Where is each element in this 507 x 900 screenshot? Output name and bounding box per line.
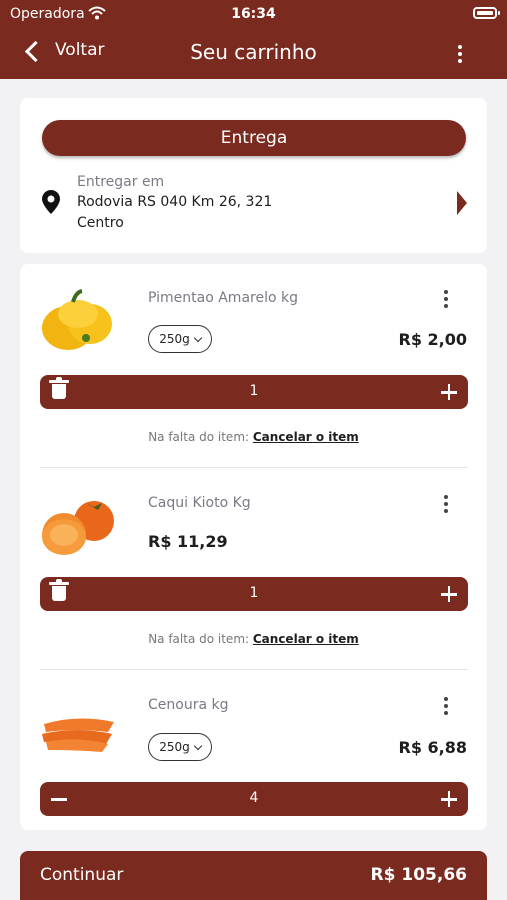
product-price: R$ 2,00 <box>398 330 468 349</box>
product-image-yellow-pepper <box>42 289 112 350</box>
app-header: Operadora 16:34 Voltar Seu carrinho <box>0 0 507 79</box>
item-options-icon[interactable] <box>443 495 449 513</box>
product-price: R$ 6,88 <box>398 738 468 757</box>
divider <box>40 467 468 468</box>
quantity-value: 1 <box>249 383 259 399</box>
more-options-icon[interactable] <box>457 45 463 63</box>
missing-item-label: Na falta do item: <box>148 632 250 646</box>
continue-button[interactable]: Continuar R$ 105,66 <box>20 851 487 900</box>
address-line-1: Rodovia RS 040 Km 26, 321 <box>77 194 273 210</box>
address-line-2: Centro <box>77 215 124 231</box>
divider <box>40 669 468 670</box>
cart-total: R$ 105,66 <box>370 865 467 885</box>
plus-icon[interactable] <box>436 581 462 607</box>
item-options-icon[interactable] <box>443 290 449 308</box>
unit-selector[interactable]: 250g <box>148 733 212 761</box>
product-image-persimmon <box>42 501 114 555</box>
product-name: Cenoura kg <box>148 697 229 713</box>
clock: 16:34 <box>231 6 276 22</box>
cancel-item-link[interactable]: Cancelar o item <box>253 430 359 444</box>
unit-value: 250g <box>159 740 190 754</box>
cart-items-list: Pimentao Amarelo kg 250g R$ 2,00 1 Na fa… <box>20 264 487 830</box>
product-name: Pimentao Amarelo kg <box>148 290 298 306</box>
plus-icon[interactable] <box>436 379 462 405</box>
item-options-icon[interactable] <box>443 697 449 715</box>
battery-icon <box>473 7 500 19</box>
location-pin-icon <box>42 190 60 214</box>
quantity-stepper: 1 <box>40 577 468 611</box>
product-image-carrots <box>42 718 114 752</box>
missing-item-label: Na falta do item: <box>148 430 250 444</box>
chevron-left-icon <box>24 40 47 62</box>
cancel-item-link[interactable]: Cancelar o item <box>253 632 359 646</box>
remove-item-button[interactable] <box>46 377 72 405</box>
unit-value: 250g <box>159 332 190 346</box>
delivery-address[interactable]: Entregar em Rodovia RS 040 Km 26, 321 Ce… <box>40 174 470 234</box>
minus-icon[interactable] <box>46 786 72 812</box>
missing-item-note: Na falta do item: Cancelar o item <box>20 632 487 646</box>
status-bar: Operadora 16:34 <box>0 4 507 26</box>
address-arrow-icon[interactable] <box>457 191 467 215</box>
quantity-value: 4 <box>249 790 259 806</box>
nav-bar: Voltar Seu carrinho <box>0 36 507 72</box>
chevron-down-icon <box>193 333 203 342</box>
remove-item-button[interactable] <box>46 579 72 607</box>
chevron-down-icon <box>193 741 203 750</box>
quantity-stepper: 1 <box>40 375 468 409</box>
unit-selector[interactable]: 250g <box>148 325 212 353</box>
trash-icon <box>49 579 69 601</box>
delivery-button[interactable]: Entrega <box>42 120 466 156</box>
missing-item-note: Na falta do item: Cancelar o item <box>20 430 487 444</box>
delivery-card: Entrega Entregar em Rodovia RS 040 Km 26… <box>20 98 487 253</box>
back-button[interactable]: Voltar <box>24 40 105 62</box>
continue-label: Continuar <box>40 865 124 885</box>
address-label: Entregar em <box>77 174 165 190</box>
trash-icon <box>49 377 69 399</box>
quantity-stepper: 4 <box>40 782 468 816</box>
product-name: Caqui Kioto Kg <box>148 495 251 511</box>
product-price: R$ 11,29 <box>148 532 228 551</box>
quantity-value: 1 <box>249 585 259 601</box>
back-label: Voltar <box>55 40 105 60</box>
plus-icon[interactable] <box>436 786 462 812</box>
